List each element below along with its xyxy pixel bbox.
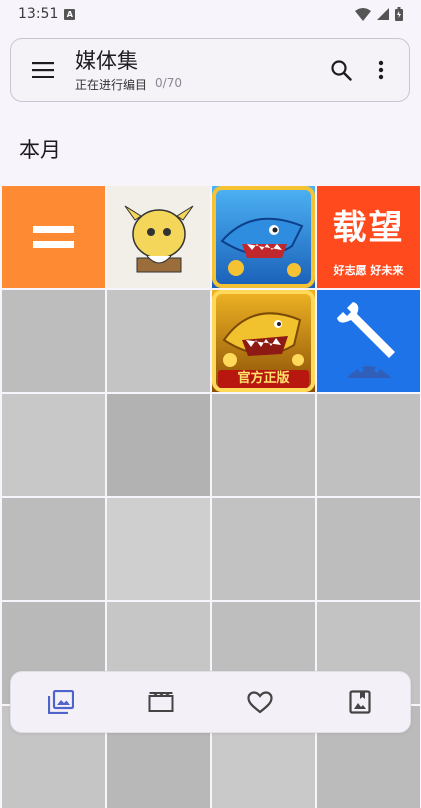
zaiwang-app-slogan: 好志愿 好未来	[333, 264, 404, 277]
section-title-this-month: 本月	[19, 138, 61, 162]
more-options-button[interactable]	[361, 50, 401, 90]
zaiwang-app-icon[interactable]: 载望 好志愿 好未来	[317, 186, 420, 288]
shark-game-app-icon[interactable]	[212, 186, 315, 288]
media-thumbnail-placeholder[interactable]	[317, 394, 420, 496]
catalog-status: 正在进行编目	[75, 77, 148, 92]
wrench-android-image	[337, 302, 395, 378]
nav-videos[interactable]	[136, 682, 186, 722]
equals-app-icon[interactable]	[2, 186, 105, 288]
nav-albums[interactable]	[335, 682, 385, 722]
media-thumbnail-placeholder[interactable]	[2, 498, 105, 600]
equals-glyph	[33, 226, 74, 248]
cartoon-go-app-icon[interactable]	[107, 186, 210, 288]
media-thumbnail-placeholder[interactable]	[107, 498, 210, 600]
status-time: 13:51	[18, 6, 59, 22]
search-button[interactable]	[321, 50, 361, 90]
media-thumbnail-placeholder[interactable]	[2, 394, 105, 496]
keyboard-indicator-icon: A	[64, 8, 76, 20]
bottom-navigation	[10, 671, 411, 733]
media-thumbnail-placeholder[interactable]	[107, 394, 210, 496]
media-thumbnail-placeholder[interactable]	[317, 498, 420, 600]
status-bar: 13:51 A	[0, 0, 421, 28]
shark-image	[212, 186, 315, 288]
battery-icon	[395, 7, 403, 21]
app-title: 媒体集	[75, 48, 138, 73]
nav-favorites[interactable]	[235, 682, 285, 722]
golden-shark-banner-text: 官方正版	[218, 370, 309, 388]
media-thumbnail-placeholder[interactable]	[212, 394, 315, 496]
media-thumbnail-placeholder[interactable]	[107, 290, 210, 392]
menu-button[interactable]	[23, 50, 63, 90]
media-thumbnail-placeholder[interactable]	[212, 498, 315, 600]
cell-signal-icon	[377, 8, 389, 20]
dev-tools-app-icon[interactable]	[317, 290, 420, 392]
photo-library-icon	[47, 690, 74, 714]
menu-icon	[32, 62, 54, 78]
album-icon	[349, 690, 371, 714]
heart-icon	[247, 690, 273, 713]
cartoon-character-image	[124, 205, 194, 273]
video-icon	[148, 692, 174, 712]
zaiwang-app-title: 载望	[332, 208, 405, 248]
title-block: 媒体集 正在进行编目 0/70	[75, 48, 321, 93]
golden-shark-app-icon[interactable]: 官方正版	[212, 290, 315, 392]
wifi-icon	[355, 7, 371, 21]
top-app-bar: 媒体集 正在进行编目 0/70	[10, 38, 410, 102]
search-icon	[331, 60, 352, 81]
catalog-count: 0/70	[155, 75, 182, 90]
more-vert-icon	[378, 60, 384, 80]
media-thumbnail-placeholder[interactable]	[2, 290, 105, 392]
nav-photos[interactable]	[36, 682, 86, 722]
